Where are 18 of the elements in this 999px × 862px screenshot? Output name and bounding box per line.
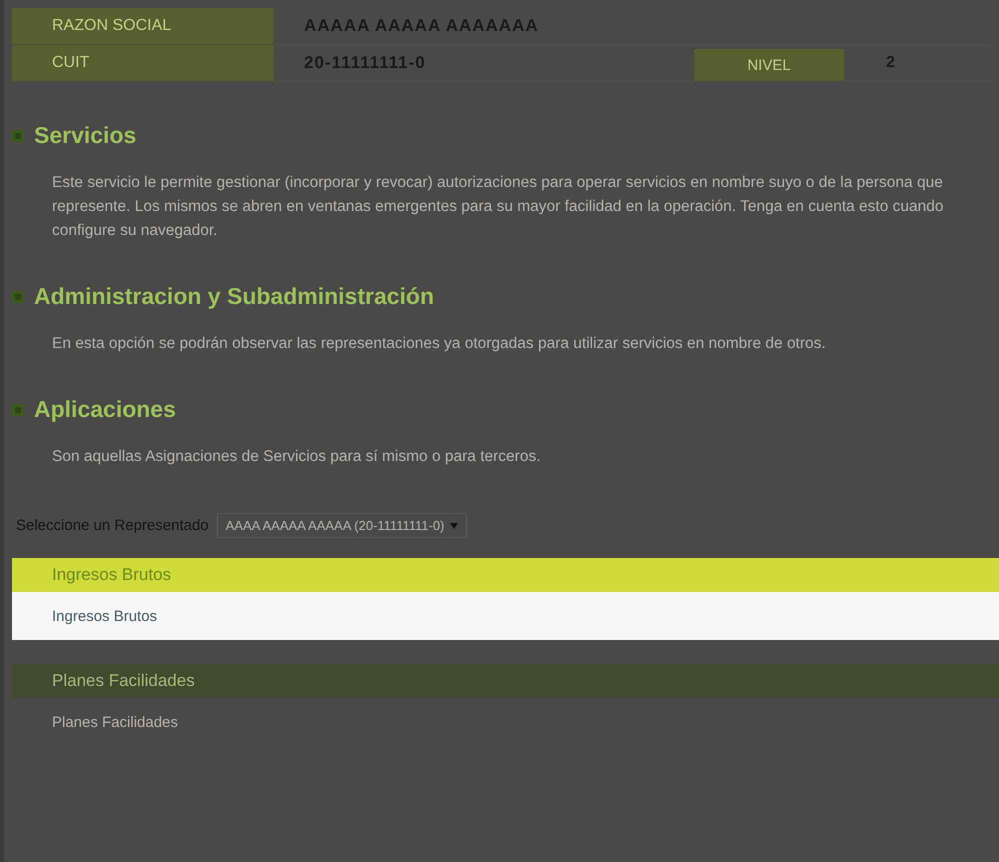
- field-label: RAZON SOCIAL: [12, 8, 274, 44]
- bullet-icon: [12, 404, 24, 416]
- section-title: Servicios: [34, 122, 136, 149]
- field-label: NIVEL: [694, 49, 844, 81]
- menu-item[interactable]: Planes Facilidades: [12, 698, 999, 746]
- menu-item[interactable]: Ingresos Brutos: [12, 592, 999, 640]
- bullet-icon: [12, 130, 24, 142]
- section-text: Son aquellas Asignaciones de Servicios para sí mismo o para terceros.: [52, 447, 542, 467]
- field-label: CUIT: [12, 45, 274, 81]
- representative-select[interactable]: AAAA AAAAA AAAAA (20-11111111-0): [216, 513, 468, 538]
- caret-icon: [450, 522, 458, 528]
- bullet-icon: [12, 290, 24, 302]
- section-text: En esta opción se podrán observar las representaciones ya otorgadas para utilizar servicios en nombre de otros.: [52, 334, 827, 354]
- section-title: Aplicaciones: [34, 396, 176, 423]
- menu-header[interactable]: Ingresos Brutos: [12, 558, 999, 592]
- menu-header[interactable]: Planes Facilidades: [12, 664, 999, 698]
- section-title: Administracion y Subadministración: [34, 283, 434, 310]
- section-text: Este servicio le permite gestionar (incorporar y revocar) autorizaciones para operar servicios en nombre suyo o de la persona que represente. Los mismos se abren en ventanas emergentes para su mayor facilidad en la operación. Tenga en cuenta esto cuando configure su navegador.: [52, 173, 945, 241]
